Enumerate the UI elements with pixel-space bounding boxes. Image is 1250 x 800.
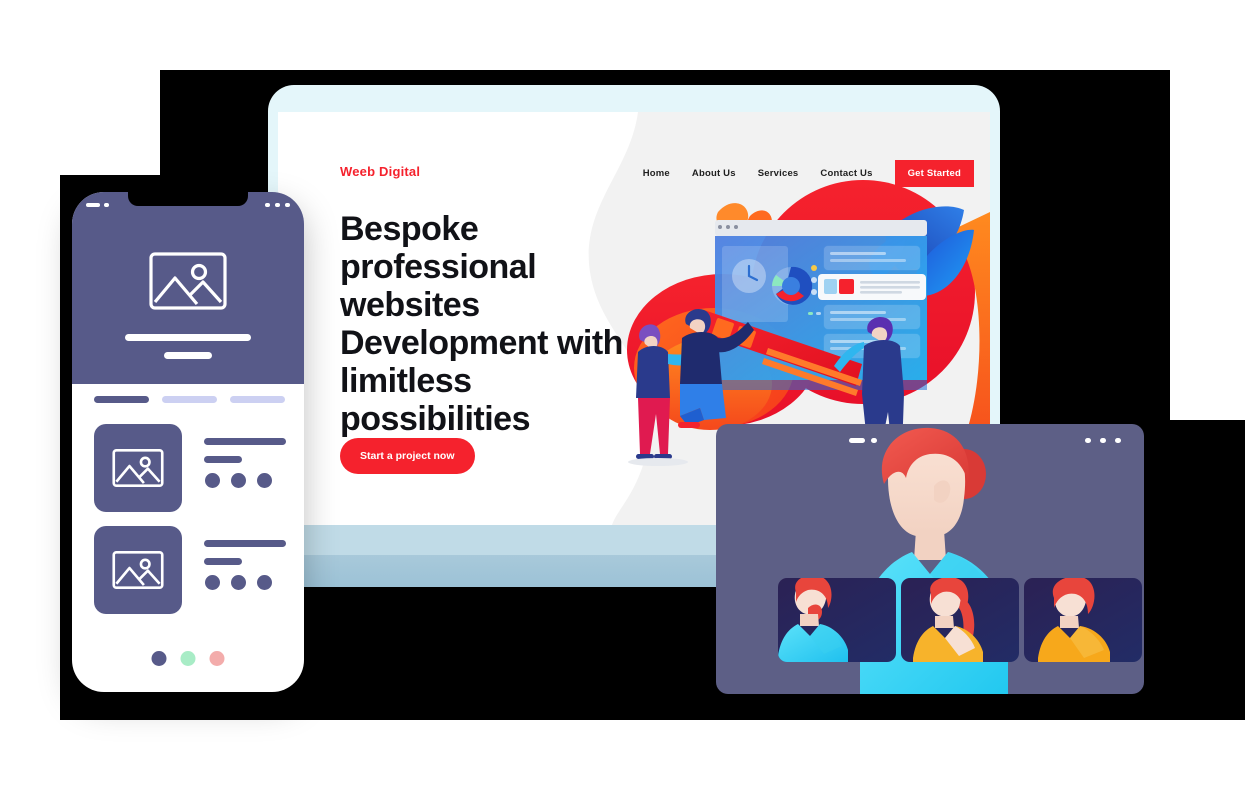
site-logo[interactable]: Weeb Digital	[340, 164, 420, 179]
phone-mockup	[72, 192, 304, 692]
phone-hero-panel	[72, 192, 304, 384]
phone-pager-dot-3[interactable]	[209, 651, 225, 666]
phone-pager	[151, 651, 225, 666]
phone-speaker-dash	[86, 203, 100, 207]
phone-tab-active[interactable]	[94, 396, 149, 403]
nav-link-contact-us[interactable]: Contact Us	[820, 168, 872, 179]
nav-link-about-us[interactable]: About Us	[692, 168, 736, 179]
nav-link-home[interactable]: Home	[643, 168, 670, 179]
phone-list-dot-2b[interactable]	[231, 575, 246, 590]
participant-avatar-3	[1038, 578, 1110, 662]
participant-tile-2[interactable]	[901, 578, 1019, 662]
phone-menu-dot-2	[275, 203, 280, 207]
phone-list-thumb-1[interactable]	[94, 424, 182, 512]
phone-hero-sub-bar	[164, 352, 212, 359]
phone-list-thumb-2[interactable]	[94, 526, 182, 614]
image-placeholder-icon	[112, 449, 164, 487]
phone-list-sub-2	[204, 558, 242, 565]
participant-tile-1[interactable]	[778, 578, 896, 662]
phone-list-sub-1	[204, 456, 242, 463]
image-placeholder-icon	[149, 252, 227, 310]
phone-speaker-dot	[104, 203, 109, 207]
phone-list-dot-1b[interactable]	[231, 473, 246, 488]
phone-list-title-2	[204, 540, 286, 547]
main-navigation: Home About Us Services Contact Us Get St…	[643, 160, 974, 187]
start-project-button[interactable]: Start a project now	[340, 438, 475, 474]
phone-pager-dot-1[interactable]	[151, 651, 167, 666]
hero-headline: Bespoke professional websites Developmen…	[340, 210, 623, 438]
phone-list-dot-2c[interactable]	[257, 575, 272, 590]
participant-avatar-1	[778, 578, 848, 662]
phone-notch	[128, 192, 248, 206]
phone-pager-dot-2[interactable]	[180, 651, 196, 666]
phone-list-title-1	[204, 438, 286, 445]
phone-hero-title-bar	[125, 334, 251, 341]
phone-list-dot-2a[interactable]	[205, 575, 220, 590]
phone-list-dot-1c[interactable]	[257, 473, 272, 488]
phone-tab-inactive-1[interactable]	[162, 396, 217, 403]
get-started-button[interactable]: Get Started	[894, 160, 974, 187]
phone-menu-dot-3	[285, 203, 290, 207]
phone-list-dot-1a[interactable]	[205, 473, 220, 488]
phone-tab-row	[94, 396, 285, 403]
participant-avatar-2	[913, 578, 983, 662]
video-call-mockup	[716, 424, 1144, 694]
mockup-showcase-canvas: Weeb Digital Home About Us Services Cont…	[0, 0, 1250, 800]
image-placeholder-icon	[112, 551, 164, 589]
participant-tile-3[interactable]	[1024, 578, 1142, 662]
nav-link-services[interactable]: Services	[758, 168, 799, 179]
phone-tab-inactive-2[interactable]	[230, 396, 285, 403]
phone-menu-dot-1	[265, 203, 270, 207]
